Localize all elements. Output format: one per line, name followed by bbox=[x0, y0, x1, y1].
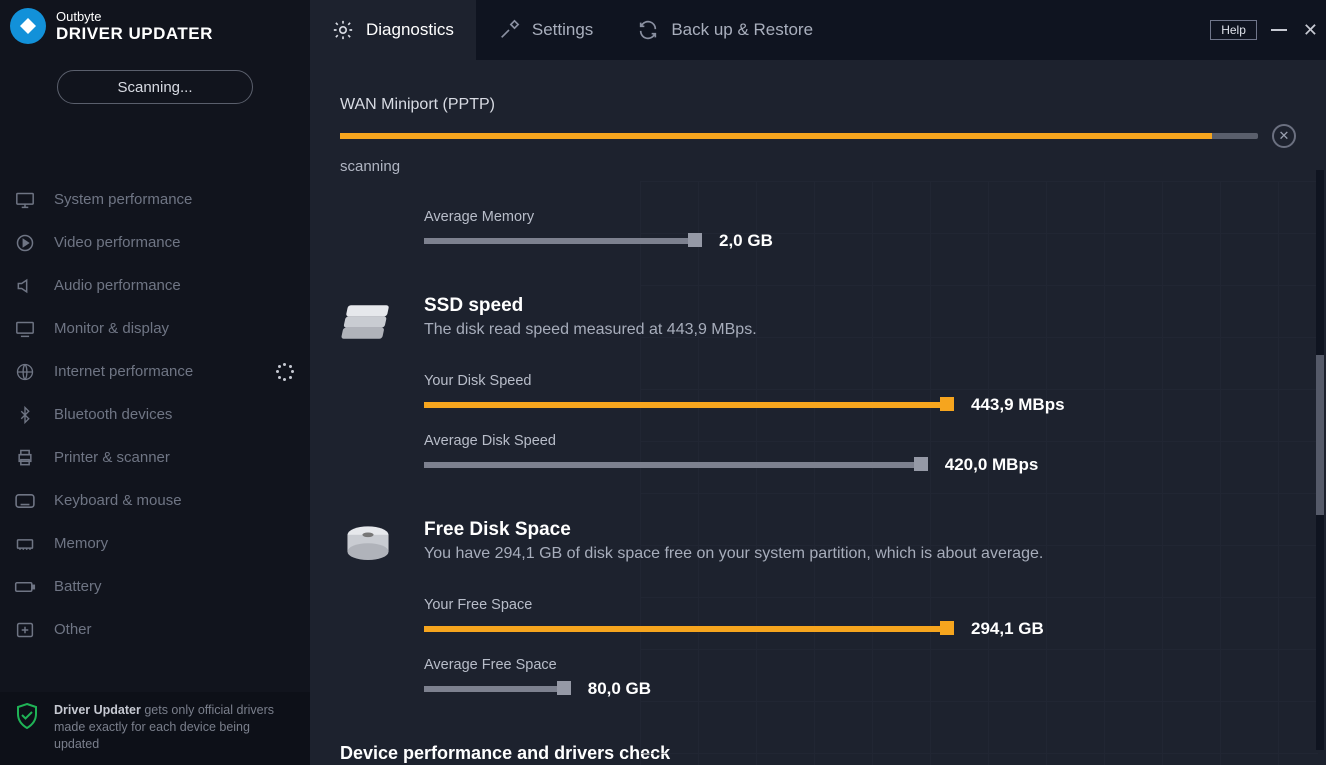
metric-bar bbox=[424, 402, 949, 408]
scan-button[interactable]: Scanning... bbox=[57, 70, 253, 104]
tab-label: Diagnostics bbox=[366, 20, 454, 40]
logo-icon bbox=[10, 8, 46, 44]
display-icon bbox=[14, 318, 36, 340]
sidebar-footer: Driver Updater gets only official driver… bbox=[0, 692, 310, 765]
metric-label: Average Free Space bbox=[424, 657, 1326, 673]
scrollbar-thumb[interactable] bbox=[1316, 355, 1324, 515]
sidebar-item-bluetooth-devices[interactable]: Bluetooth devices bbox=[0, 393, 310, 436]
sidebar-nav: System performance Video performance Aud… bbox=[0, 178, 310, 651]
sidebar: Outbyte DRIVER UPDATER Scanning... Syste… bbox=[0, 0, 310, 765]
sidebar-item-label: Printer & scanner bbox=[54, 449, 170, 466]
scan-item-title: WAN Miniport (PPTP) bbox=[340, 96, 1296, 114]
section-desc: You have 294,1 GB of disk space free on … bbox=[424, 545, 1043, 563]
sidebar-item-label: Monitor & display bbox=[54, 320, 169, 337]
sidebar-item-battery[interactable]: Battery bbox=[0, 565, 310, 608]
sidebar-item-label: Video performance bbox=[54, 234, 180, 251]
gear-icon bbox=[332, 19, 354, 41]
printer-icon bbox=[14, 447, 36, 469]
tab-settings[interactable]: Settings bbox=[476, 0, 615, 60]
metric-bar bbox=[424, 626, 949, 632]
metric-bar bbox=[424, 686, 566, 692]
metric-value: 80,0 GB bbox=[588, 679, 651, 699]
tab-backup-restore[interactable]: Back up & Restore bbox=[615, 0, 835, 60]
speaker-icon bbox=[14, 275, 36, 297]
cancel-scan-button[interactable]: ✕ bbox=[1272, 124, 1296, 148]
sidebar-item-internet-performance[interactable]: Internet performance bbox=[0, 350, 310, 393]
metric-value: 2,0 GB bbox=[719, 231, 773, 251]
sidebar-item-memory[interactable]: Memory bbox=[0, 522, 310, 565]
top-tabs: Diagnostics Settings Back up & Restore H… bbox=[310, 0, 1326, 60]
sidebar-item-keyboard-mouse[interactable]: Keyboard & mouse bbox=[0, 479, 310, 522]
scan-status: WAN Miniport (PPTP) ✕ scanning bbox=[310, 60, 1326, 181]
main-panel: Diagnostics Settings Back up & Restore H… bbox=[310, 0, 1326, 765]
sidebar-item-audio-performance[interactable]: Audio performance bbox=[0, 264, 310, 307]
metric-label: Average Disk Speed bbox=[424, 433, 1326, 449]
sidebar-item-label: Keyboard & mouse bbox=[54, 492, 182, 509]
sidebar-item-other[interactable]: Other bbox=[0, 608, 310, 651]
metric-value: 443,9 MBps bbox=[971, 395, 1065, 415]
average-disk-speed-row: Average Disk Speed 420,0 MBps bbox=[424, 433, 1326, 475]
shield-check-icon bbox=[14, 702, 40, 730]
section-title: Free Disk Space bbox=[424, 519, 1043, 541]
scan-progress-bar bbox=[340, 133, 1258, 139]
keyboard-icon bbox=[14, 490, 36, 512]
sidebar-item-label: Audio performance bbox=[54, 277, 181, 294]
tab-label: Settings bbox=[532, 20, 593, 40]
close-window-button[interactable]: ✕ bbox=[1301, 20, 1320, 41]
product-name: DRIVER UPDATER bbox=[56, 24, 213, 44]
sidebar-item-label: System performance bbox=[54, 191, 192, 208]
help-button[interactable]: Help bbox=[1210, 20, 1257, 40]
your-disk-speed-row: Your Disk Speed 443,9 MBps bbox=[424, 373, 1326, 415]
sidebar-item-label: Other bbox=[54, 621, 92, 638]
sidebar-item-label: Memory bbox=[54, 535, 108, 552]
metric-bar bbox=[424, 462, 923, 468]
sidebar-item-label: Bluetooth devices bbox=[54, 406, 172, 423]
section-title: SSD speed bbox=[424, 295, 757, 317]
brand-name: Outbyte bbox=[56, 9, 213, 24]
memory-icon bbox=[14, 533, 36, 555]
metric-label: Your Free Space bbox=[424, 597, 1326, 613]
section-desc: The disk read speed measured at 443,9 MB… bbox=[424, 321, 757, 339]
scan-substatus: scanning bbox=[340, 158, 1296, 175]
globe-icon bbox=[14, 361, 36, 383]
sidebar-item-system-performance[interactable]: System performance bbox=[0, 178, 310, 221]
plus-box-icon bbox=[14, 619, 36, 641]
metric-value: 420,0 MBps bbox=[945, 455, 1039, 475]
tab-diagnostics[interactable]: Diagnostics bbox=[310, 0, 476, 60]
app-logo: Outbyte DRIVER UPDATER bbox=[0, 0, 310, 48]
tools-icon bbox=[498, 19, 520, 41]
free-disk-space-section: Free Disk Space You have 294,1 GB of dis… bbox=[340, 519, 1326, 699]
metric-bar bbox=[424, 238, 697, 244]
tab-label: Back up & Restore bbox=[671, 20, 813, 40]
metric-label: Your Disk Speed bbox=[424, 373, 1326, 389]
average-memory-row: Average Memory 2,0 GB bbox=[424, 209, 1326, 251]
metric-label: Average Memory bbox=[424, 209, 1326, 225]
refresh-icon bbox=[637, 19, 659, 41]
ssd-icon bbox=[340, 299, 400, 349]
bluetooth-icon bbox=[14, 404, 36, 426]
diagnostics-content: Average Memory 2,0 GB SSD speed The disk… bbox=[310, 181, 1326, 765]
play-circle-icon bbox=[14, 232, 36, 254]
average-free-space-row: Average Free Space 80,0 GB bbox=[424, 657, 1326, 699]
loading-spinner-icon bbox=[276, 363, 294, 381]
sidebar-item-label: Internet performance bbox=[54, 363, 193, 380]
sidebar-item-video-performance[interactable]: Video performance bbox=[0, 221, 310, 264]
battery-icon bbox=[14, 576, 36, 598]
ssd-speed-section: SSD speed The disk read speed measured a… bbox=[340, 295, 1326, 475]
sidebar-item-monitor-display[interactable]: Monitor & display bbox=[0, 307, 310, 350]
footer-text: Driver Updater gets only official driver… bbox=[54, 702, 296, 753]
your-free-space-row: Your Free Space 294,1 GB bbox=[424, 597, 1326, 639]
sidebar-item-label: Battery bbox=[54, 578, 102, 595]
monitor-icon bbox=[14, 189, 36, 211]
minimize-button[interactable] bbox=[1271, 29, 1287, 31]
disk-icon bbox=[340, 523, 400, 573]
metric-value: 294,1 GB bbox=[971, 619, 1044, 639]
sidebar-item-printer-scanner[interactable]: Printer & scanner bbox=[0, 436, 310, 479]
